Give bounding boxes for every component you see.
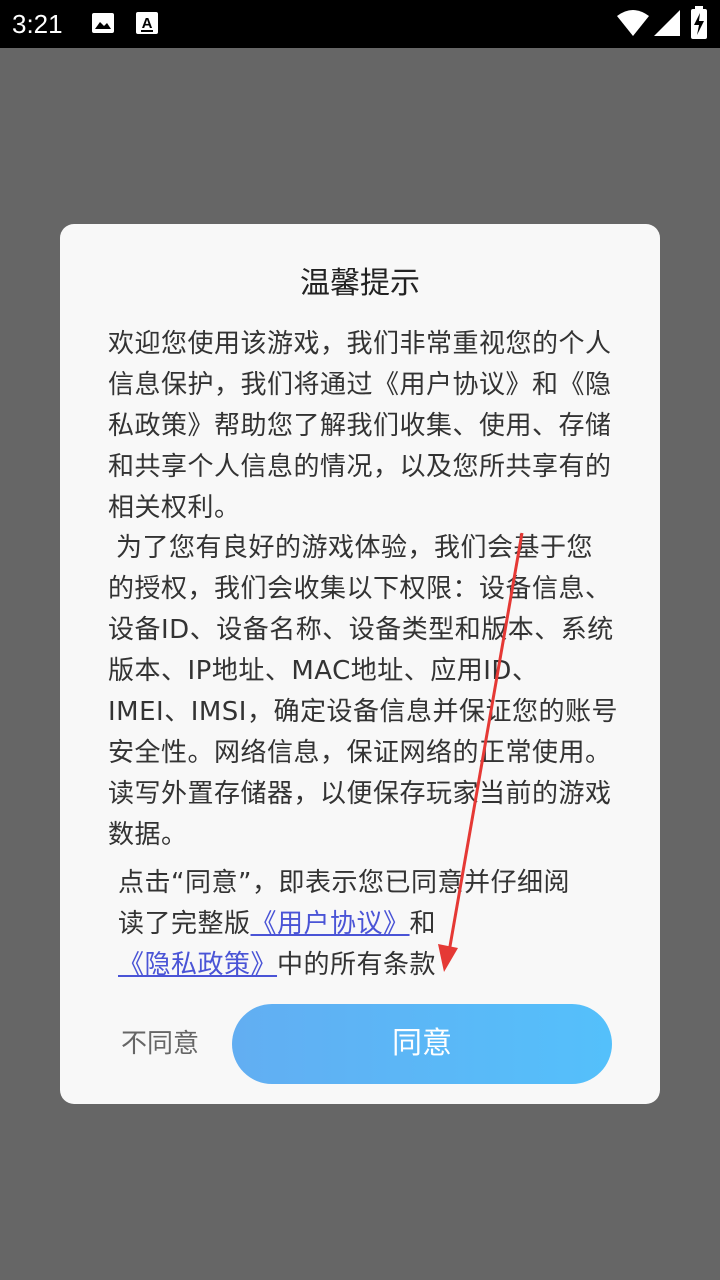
svg-text:A: A — [142, 15, 153, 32]
dialog-title: 温馨提示 — [300, 266, 420, 301]
status-bar: 3:21 A — [0, 0, 720, 48]
image-icon — [92, 13, 114, 33]
battery-charging-icon — [691, 6, 707, 39]
signal-icon — [654, 10, 680, 36]
dialog-paragraph-1: 欢迎您使用该游戏，我们非常重视您的个人信息保护，我们将通过《用户协议》和《隐私政… — [108, 329, 612, 523]
consent-text: 点击“同意”，即表示您已同意并仔细阅读了完整版《用户协议》和《隐私政策》中的所有… — [118, 863, 588, 986]
disagree-button[interactable]: 不同意 — [100, 1014, 220, 1074]
privacy-policy-link[interactable]: 《隐私政策》 — [118, 950, 277, 980]
consent-and: 和 — [409, 909, 437, 939]
consent-suffix: 中的所有条款 — [277, 950, 437, 980]
user-agreement-link[interactable]: 《用户协议》 — [251, 909, 410, 939]
agree-button[interactable]: 同意 — [232, 1004, 612, 1084]
status-time: 3:21 — [12, 9, 63, 39]
wifi-icon — [617, 10, 649, 36]
dialog-paragraph-2: 为了您有良好的游戏体验，我们会基于您的授权，我们会收集以下权限：设备信息、设备I… — [108, 533, 618, 850]
font-download-icon: A — [136, 12, 158, 34]
